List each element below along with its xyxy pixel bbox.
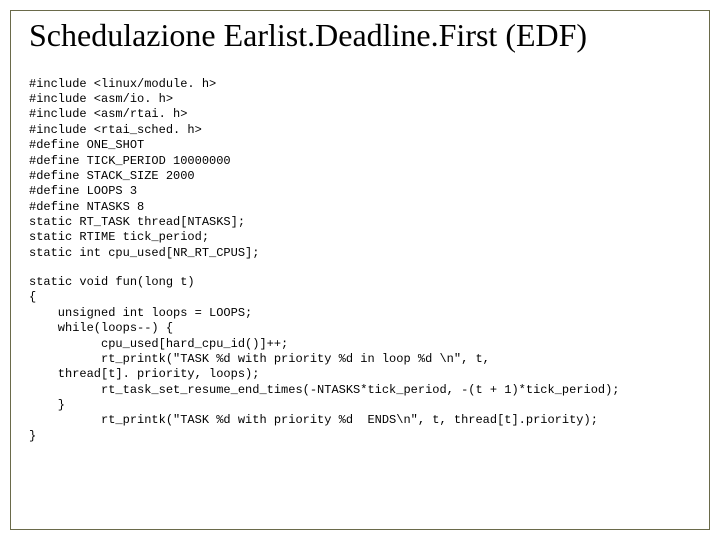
slide-title: Schedulazione Earlist.Deadline.First (ED… [29, 17, 691, 55]
slide-frame: Schedulazione Earlist.Deadline.First (ED… [10, 10, 710, 530]
code-block-function: static void fun(long t) { unsigned int l… [29, 275, 691, 444]
code-block-includes: #include <linux/module. h> #include <asm… [29, 77, 691, 261]
